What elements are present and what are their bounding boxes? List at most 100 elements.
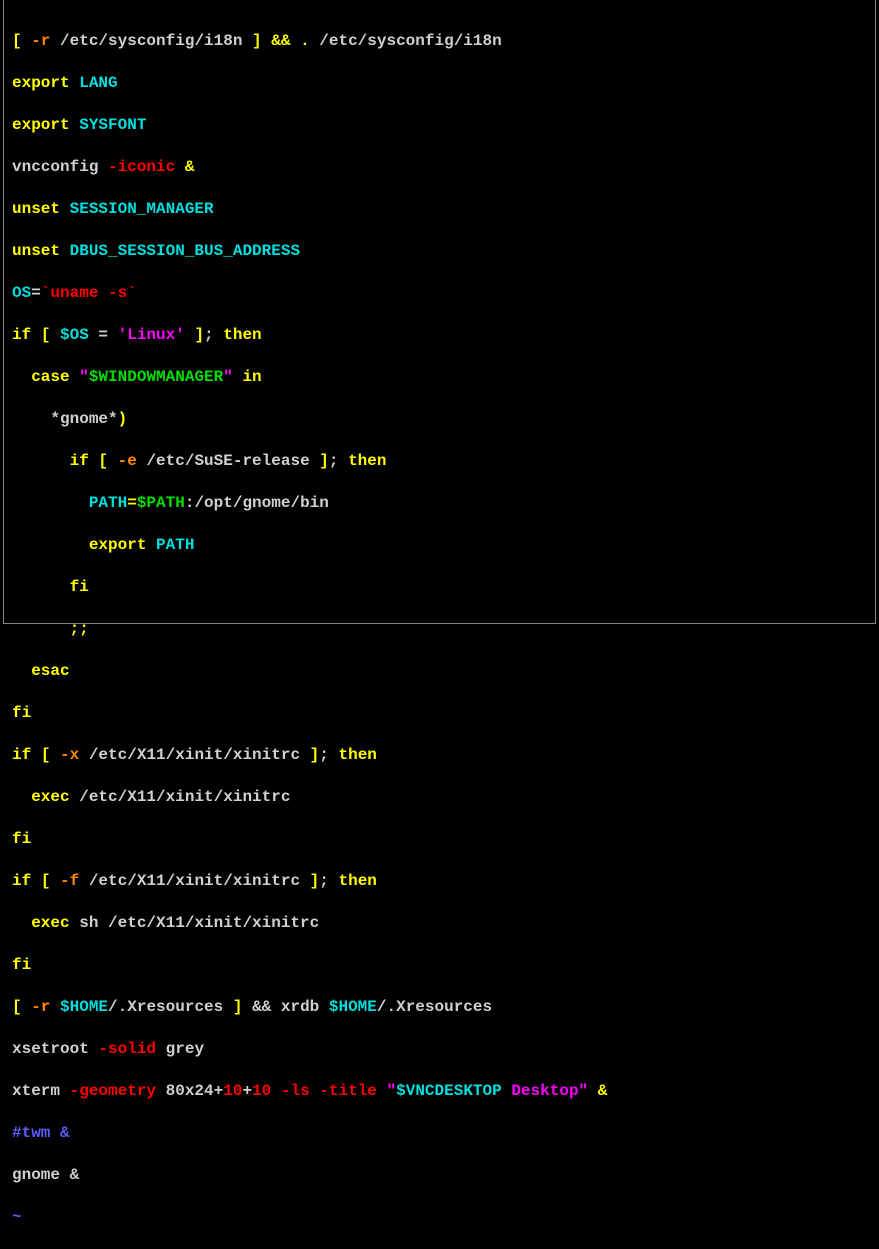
code-line: xterm -geometry 80x24+10+10 -ls -title "…: [12, 1081, 867, 1102]
command: xterm: [12, 1082, 70, 1100]
keyword-unset: unset: [12, 242, 70, 260]
semicolon: ;: [204, 326, 223, 344]
arg: grey: [166, 1040, 204, 1058]
code-line: exec /etc/X11/xinit/xinitrc: [12, 787, 867, 808]
code-line: xsetroot -solid grey: [12, 1039, 867, 1060]
terminal-editor[interactable]: [ -r /etc/sysconfig/i18n ] && . /etc/sys…: [3, 0, 876, 624]
code-line: if [ -e /etc/SuSE-release ]; then: [12, 451, 867, 472]
keyword-fi: fi: [12, 578, 89, 596]
keyword-fi: fi: [12, 830, 31, 848]
bracket: [: [41, 326, 60, 344]
path: /etc/X11/xinit/xinitrc: [89, 746, 310, 764]
plus: +: [242, 1082, 252, 1100]
variable: DBUS_SESSION_BUS_ADDRESS: [70, 242, 300, 260]
equals: =: [98, 326, 117, 344]
command-sub: uname -s: [50, 284, 127, 302]
code-line: fi: [12, 703, 867, 724]
path: /.Xresources: [377, 998, 492, 1016]
string: 'Linux': [118, 326, 195, 344]
command: xsetroot: [12, 1040, 98, 1058]
flag: -iconic: [108, 158, 185, 176]
variable: SESSION_MANAGER: [70, 200, 214, 218]
variable: PATH: [89, 494, 127, 512]
keyword-if: if: [12, 872, 41, 890]
path: :/opt/gnome/bin: [185, 494, 329, 512]
arg: 80x24: [166, 1082, 214, 1100]
variable: $HOME: [60, 998, 108, 1016]
quote: ": [387, 1082, 397, 1100]
bracket: [: [12, 998, 31, 1016]
code-line: [ -r $HOME/.Xresources ] && xrdb $HOME/.…: [12, 997, 867, 1018]
number: 10: [252, 1082, 281, 1100]
semicolon: ;: [329, 452, 348, 470]
string: Desktop: [511, 1082, 578, 1100]
command: vncconfig: [12, 158, 108, 176]
code-line: unset SESSION_MANAGER: [12, 199, 867, 220]
quote: ": [79, 368, 89, 386]
code-line: gnome &: [12, 1165, 867, 1186]
keyword-export: export: [12, 116, 79, 134]
keyword-then: then: [348, 452, 386, 470]
code-line: export SYSFONT: [12, 115, 867, 136]
bracket: ]: [233, 998, 252, 1016]
variable: $VNCDESKTOP: [396, 1082, 511, 1100]
operator: &&: [271, 32, 300, 50]
bracket: ]: [194, 326, 204, 344]
path: /.Xresources: [108, 998, 233, 1016]
variable: OS: [12, 284, 31, 302]
code-line: fi: [12, 577, 867, 598]
variable: $WINDOWMANAGER: [89, 368, 223, 386]
keyword-export: export: [12, 536, 156, 554]
keyword-exec: exec: [12, 788, 79, 806]
paren: ): [118, 410, 128, 428]
code-line: exec sh /etc/X11/xinit/xinitrc: [12, 913, 867, 934]
dot: .: [300, 32, 319, 50]
code-line: unset DBUS_SESSION_BUS_ADDRESS: [12, 241, 867, 262]
variable: $OS: [60, 326, 98, 344]
bracket: [: [41, 746, 60, 764]
bracket: [: [41, 872, 60, 890]
keyword-if: if: [12, 452, 98, 470]
keyword-esac: esac: [12, 662, 70, 680]
keyword-then: then: [223, 326, 261, 344]
flag: -geometry: [70, 1082, 166, 1100]
path: /etc/X11/xinit/xinitrc: [89, 872, 310, 890]
code-line: PATH=$PATH:/opt/gnome/bin: [12, 493, 867, 514]
flag: -ls -title: [281, 1082, 387, 1100]
code-line: *gnome*): [12, 409, 867, 430]
bracket: ]: [252, 32, 271, 50]
variable: SYSFONT: [79, 116, 146, 134]
keyword-then: then: [338, 746, 376, 764]
quote: ": [579, 1082, 598, 1100]
flag: -r: [31, 998, 60, 1016]
path: /etc/sysconfig/i18n: [319, 32, 501, 50]
keyword-if: if: [12, 326, 41, 344]
keyword-then: then: [338, 872, 376, 890]
command: && xrdb: [252, 998, 329, 1016]
path: /etc/SuSE-release: [146, 452, 319, 470]
bracket: ]: [319, 452, 329, 470]
operator: &: [185, 158, 195, 176]
code-line: [ -r /etc/sysconfig/i18n ] && . /etc/sys…: [12, 31, 867, 52]
comment: #twm &: [12, 1124, 70, 1142]
flag: -r: [31, 32, 60, 50]
quote: ": [223, 368, 242, 386]
keyword-in: in: [242, 368, 261, 386]
equals: =: [127, 494, 137, 512]
code-line: ~: [12, 1207, 867, 1228]
code-line: esac: [12, 661, 867, 682]
keyword-fi: fi: [12, 704, 31, 722]
code-line: fi: [12, 955, 867, 976]
variable: $HOME: [329, 998, 377, 1016]
tilde: ~: [12, 1208, 22, 1226]
keyword-fi: fi: [12, 956, 31, 974]
number: 10: [223, 1082, 242, 1100]
backtick: `: [41, 284, 51, 302]
path: /etc/sysconfig/i18n: [60, 32, 252, 50]
flag: -solid: [98, 1040, 165, 1058]
code-line: vncconfig -iconic &: [12, 157, 867, 178]
code-line: case "$WINDOWMANAGER" in: [12, 367, 867, 388]
keyword-case: case: [12, 368, 79, 386]
flag: -f: [60, 872, 89, 890]
variable: PATH: [156, 536, 194, 554]
